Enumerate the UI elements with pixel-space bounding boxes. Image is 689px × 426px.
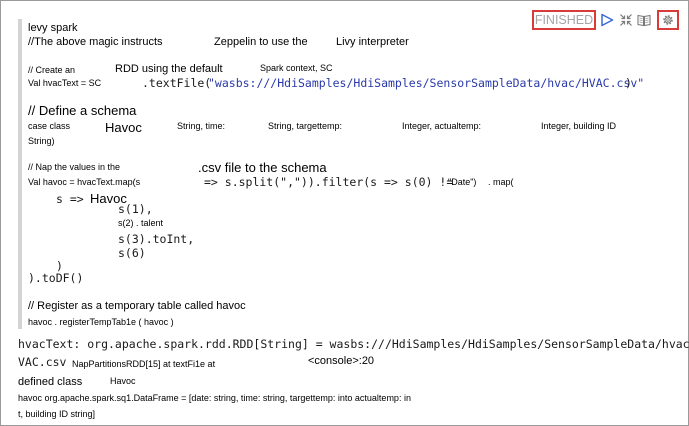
code-comment: Spark context, SC	[260, 63, 333, 73]
code-comment: RDD using the default	[115, 63, 223, 75]
output-line: VAC.csv	[18, 355, 67, 369]
output-line: <console>:20	[308, 355, 375, 367]
code-comment: //The above magic instructs	[28, 36, 163, 48]
output-line: t, building ID string]	[18, 409, 96, 419]
code-comment: // Register as a temporary table called …	[28, 300, 246, 312]
code-line: Integer, building ID	[541, 121, 617, 131]
code-line: s(6)	[118, 246, 146, 260]
code-comment: Livy interpreter	[336, 36, 409, 48]
code-line: s(1),	[118, 202, 153, 216]
code-line: String, targettemp:	[268, 121, 343, 131]
collapse-icon[interactable]	[619, 13, 633, 27]
code-line: levy spark	[28, 22, 78, 34]
run-icon[interactable]	[600, 13, 614, 27]
output-line: NapPartitionsRDD[15] at textFi1e at	[72, 359, 216, 369]
code-line: String, time:	[177, 121, 226, 131]
code-comment: Zeppelin to use the	[214, 36, 308, 48]
book-icon[interactable]	[637, 13, 651, 27]
output-line: Havoc	[110, 376, 136, 386]
settings-button[interactable]	[657, 10, 679, 30]
code-comment: .csv file to the schema	[198, 160, 327, 175]
code-line: . map(	[488, 177, 514, 187]
code-comment: // Define a schema	[28, 103, 137, 118]
code-line: havoc . registerTempTab1e ( havoc )	[28, 317, 174, 327]
code-string: "wasbs:///HdiSamples/HdiSamples/SensorSa…	[208, 76, 645, 90]
gear-icon	[663, 15, 673, 25]
code-editor[interactable]: levy spark //The above magic instructs Z…	[18, 19, 644, 329]
code-line: case class	[28, 121, 71, 131]
code-line: s(3).toInt,	[118, 232, 195, 246]
code-line: Val havoc = hvacText.map(s	[28, 177, 141, 187]
paragraph-output: hvacText: org.apache.spark.rdd.RDD[Strin…	[18, 335, 689, 425]
code-line: s =>	[56, 192, 84, 206]
code-line: s(2) . talent	[118, 218, 164, 228]
code-line: Integer, actualtemp:	[402, 121, 482, 131]
output-line: defined class	[18, 376, 83, 388]
output-line: havoc org.apache.spark.sq1.DataFrame = […	[18, 393, 411, 403]
code-comment: // Nap the values in the	[28, 162, 121, 172]
code-line: String)	[28, 136, 55, 146]
code-line: )	[625, 76, 632, 90]
code-string: "Date")	[448, 177, 477, 187]
code-line: Havoc	[105, 120, 142, 135]
output-line: hvacText: org.apache.spark.rdd.RDD[Strin…	[18, 337, 689, 351]
code-line: => s.split(",")).filter(s => s(0) !=	[204, 175, 461, 189]
code-line: .textFile(	[142, 76, 212, 90]
code-line: ).toDF()	[28, 271, 84, 285]
code-comment: // Create an	[28, 65, 76, 75]
notebook-paragraph: FINISHED levy spark //The above magic in…	[0, 0, 689, 426]
code-line: Val hvacText = SC	[28, 78, 102, 88]
